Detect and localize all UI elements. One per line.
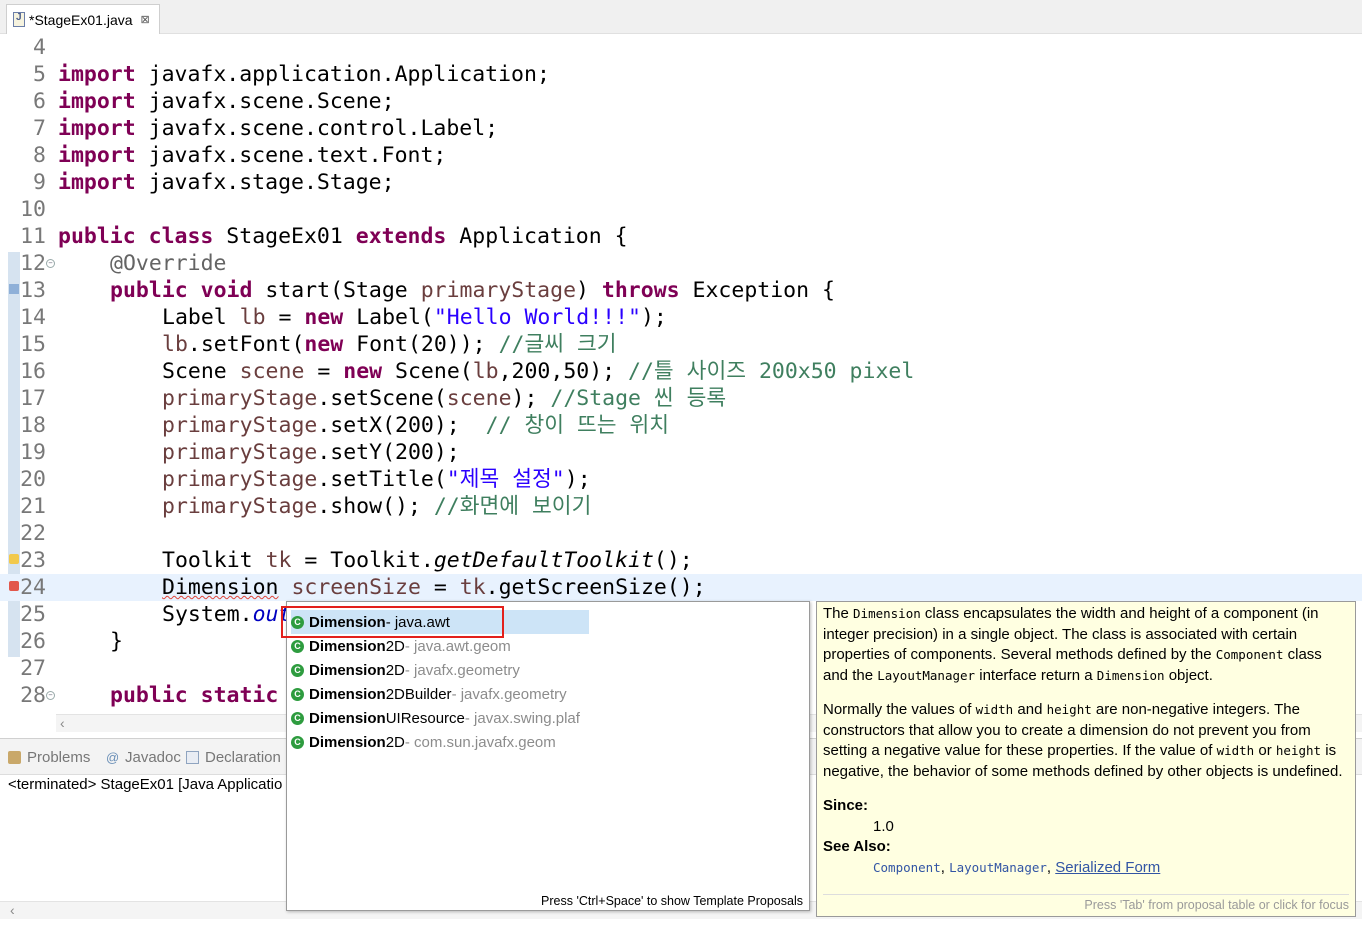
link-component[interactable]: Component [873, 860, 941, 875]
javadoc-footer-hint: Press 'Tab' from proposal table or click… [823, 893, 1349, 916]
tab-problems[interactable]: Problems [8, 749, 90, 766]
editor-tab-title: *StageEx01.java [29, 11, 133, 28]
code-line: 16 Scene scene = new Scene(lb,200,50); //… [20, 359, 915, 384]
code-line: 5 import javafx.application.Application; [33, 62, 550, 87]
code-line: 22 [20, 521, 46, 546]
highlight-box [281, 606, 504, 638]
code-line: 18 primaryStage.setX(200); // 창이 뜨는 위치 [20, 413, 670, 438]
class-icon: C [291, 639, 304, 653]
editor-tab-bar: *StageEx01.java ⊠ [0, 0, 1362, 34]
code-line: 21 primaryStage.show(); //화면에 보이기 [20, 494, 592, 519]
class-icon: C [291, 735, 304, 749]
proposal-item[interactable]: C Dimension 2D - com.sun.javafx.geom [291, 730, 589, 754]
code-line: 8 import javafx.scene.text.Font; [33, 143, 447, 168]
scroll-left-icon[interactable]: ‹ [60, 715, 65, 731]
tab-declaration[interactable]: Declaration [186, 749, 281, 766]
javadoc-icon: @ [106, 750, 120, 765]
see-also-links: Component, LayoutManager, Serialized For… [873, 858, 1161, 876]
since-value: 1.0 [873, 817, 894, 835]
code-line: 14 Label lb = new Label("Hello World!!!")… [20, 305, 667, 330]
proposal-item[interactable]: C Dimension 2DBuilder - javafx.geometry [291, 682, 589, 706]
editor-tab-stageex01[interactable]: *StageEx01.java ⊠ [6, 4, 160, 34]
javadoc-paragraph: Normally the values of width and height … [823, 701, 1343, 780]
code-line: 6 import javafx.scene.Scene; [33, 89, 395, 114]
scroll-left-icon[interactable]: ‹ [10, 902, 15, 918]
code-line: 7 import javafx.scene.control.Label; [33, 116, 499, 141]
code-line: 13 public void start(Stage primaryStage) … [0, 277, 1362, 304]
code-line: 20 primaryStage.setTitle("제목 설정"); [20, 467, 591, 492]
code-line: 23 Toolkit tk = Toolkit.getDefaultToolkit… [0, 547, 1362, 574]
problems-icon [8, 751, 21, 764]
code-line: 17 primaryStage.setScene(scene); //Stage … [20, 386, 727, 411]
code-line: 4 [33, 35, 46, 60]
close-icon[interactable]: ⊠ [141, 13, 150, 26]
since-label: Since: [823, 797, 869, 814]
class-icon: C [291, 711, 304, 725]
tab-javadoc[interactable]: @ Javadoc [106, 749, 181, 766]
content-assist-popup[interactable]: C Dimension - java.awt C Dimension 2D - jav… [286, 601, 810, 911]
class-icon: C [291, 687, 304, 701]
code-line-current: 24 Dimension screenSize = tk.getScreenSiz… [0, 574, 1362, 601]
code-line: 9 import javafx.stage.Stage; [33, 170, 395, 195]
fold-toggle-icon[interactable]: − [46, 259, 55, 268]
code-line: 11 public class StageEx01 extends Applica… [20, 224, 628, 249]
console-status: <terminated> StageEx01 [Java Applicatio [8, 776, 283, 793]
javadoc-hover[interactable]: The Dimension class encapsulates the wid… [816, 601, 1356, 917]
link-layoutmanager[interactable]: LayoutManager [949, 860, 1047, 875]
proposal-item[interactable]: C Dimension UIResource - javax.swing.plaf [291, 706, 589, 730]
code-line: 19 primaryStage.setY(200); [20, 440, 460, 465]
fold-toggle-icon[interactable]: − [46, 691, 55, 700]
class-icon: C [291, 663, 304, 677]
link-serialized-form[interactable]: Serialized Form [1055, 859, 1160, 876]
code-line: 15 lb.setFont(new Font(20)); //글씨 크기 [20, 332, 617, 357]
proposal-footer-hint: Press 'Ctrl+Space' to show Template Prop… [541, 894, 803, 908]
proposal-item[interactable]: C Dimension 2D - javafx.geometry [291, 658, 589, 682]
code-line: 10 [20, 197, 46, 222]
code-line: 12− @Override [20, 251, 227, 276]
javadoc-paragraph: The Dimension class encapsulates the wid… [823, 605, 1322, 684]
declaration-icon [186, 751, 199, 764]
see-also-label: See Also: [823, 838, 891, 855]
java-file-icon [13, 12, 25, 27]
